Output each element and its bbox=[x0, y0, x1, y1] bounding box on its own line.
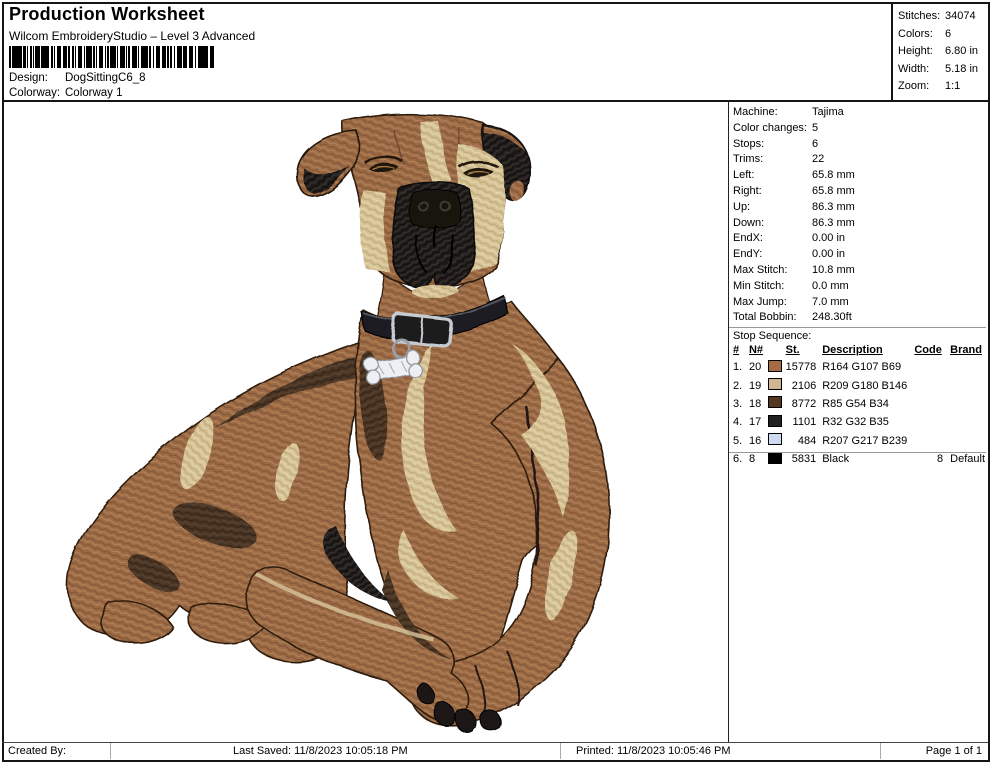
stop-sequence-title: Stop Sequence: bbox=[733, 330, 812, 342]
production-worksheet-page: { "header": { "title": "Production Works… bbox=[0, 0, 990, 762]
machine-row: Max Stitch: 10.8 mm bbox=[733, 263, 855, 276]
colorway-name: Colorway 1 bbox=[65, 87, 123, 99]
stop-row: 1. 20 15778 R164 G107 B69 bbox=[733, 359, 902, 374]
stat-width: Width: 5.18 in bbox=[898, 62, 979, 75]
thread-color-swatch bbox=[768, 451, 783, 464]
machine-row: Right: 65.8 mm bbox=[733, 184, 855, 197]
stop-row: 5. 16 484 R207 G217 B239 bbox=[733, 433, 908, 447]
thread-color-swatch bbox=[768, 359, 783, 372]
machine-row: Max Jump: 7.0 mm bbox=[733, 295, 849, 308]
stop-sequence-divider bbox=[729, 327, 986, 328]
machine-row: Min Stitch: 0.0 mm bbox=[733, 279, 849, 292]
machine-row: Trims: 22 bbox=[733, 153, 825, 166]
colorway-row: Colorway: Colorway 1 bbox=[9, 87, 123, 99]
machine-row: Color changes: 5 bbox=[733, 121, 819, 134]
last-saved-text: Last Saved: 11/8/2023 10:05:18 PM bbox=[233, 745, 408, 757]
created-by-label: Created By: bbox=[8, 745, 67, 757]
stat-colors: Colors: 6 bbox=[898, 27, 952, 40]
footer-divider bbox=[2, 742, 988, 743]
panel-divider bbox=[728, 102, 729, 742]
stop-row: 3. 18 8772 R85 G54 B34 bbox=[733, 396, 889, 410]
stat-height: Height: 6.80 in bbox=[898, 45, 979, 57]
dog-embroidery-design bbox=[66, 112, 611, 734]
machine-row: Down: 86.3 mm bbox=[733, 216, 855, 229]
machine-row: Total Bobbin: 248.30ft bbox=[733, 311, 852, 324]
stop-row: 4. 17 1101 R32 G32 B35 bbox=[733, 414, 889, 429]
thread-color-swatch bbox=[768, 414, 783, 427]
col-brand: Brand bbox=[950, 344, 982, 356]
page-title: Production Worksheet bbox=[9, 4, 205, 24]
software-subtitle: Wilcom EmbroideryStudio – Level 3 Advanc… bbox=[9, 29, 256, 43]
col-needle: N# bbox=[748, 344, 764, 356]
dog-figure bbox=[66, 112, 611, 734]
stop-sequence-table: # N# St. Description Code Brand 1. 20 157… bbox=[733, 344, 985, 468]
col-stitches: St. bbox=[785, 344, 800, 356]
design-label: Design: bbox=[9, 72, 48, 84]
col-code: Code bbox=[914, 344, 942, 356]
thread-color-swatch bbox=[768, 396, 783, 409]
barcode bbox=[9, 46, 215, 68]
stat-stitches: Stitches: 34074 bbox=[898, 10, 976, 22]
header-divider bbox=[2, 100, 988, 102]
machine-row: Machine: Tajima bbox=[733, 106, 844, 118]
printed-text: Printed: 11/8/2023 10:05:46 PM bbox=[576, 745, 731, 757]
machine-info-panel: Machine: Tajima Color changes: 5 Stops: 6 T… bbox=[733, 105, 985, 326]
machine-row: Stops: 6 bbox=[733, 137, 819, 150]
design-stats-box: Stitches: 34074 Colors: 6 Height: 6.80 in W… bbox=[891, 4, 986, 100]
thread-color-swatch bbox=[768, 378, 783, 391]
colorway-label: Colorway: bbox=[9, 87, 61, 99]
col-description: Description bbox=[822, 344, 883, 356]
stop-row: 2. 19 2106 R209 G180 B146 bbox=[733, 378, 908, 392]
machine-row: EndX: 0.00 in bbox=[733, 232, 846, 245]
machine-row: EndY: 0.00 in bbox=[733, 248, 846, 261]
design-name: DogSittingC6_8 bbox=[65, 72, 146, 84]
machine-row: Up: 86.3 mm bbox=[733, 200, 855, 213]
stat-zoom: Zoom: 1:1 bbox=[898, 80, 961, 92]
page-number: Page 1 of 1 bbox=[925, 745, 982, 757]
machine-row: Left: 65.8 mm bbox=[733, 169, 855, 182]
design-row: Design: DogSittingC6_8 bbox=[9, 72, 146, 84]
thread-color-swatch bbox=[768, 433, 783, 446]
col-num: # bbox=[733, 344, 740, 356]
stop-sequence-bottom-line bbox=[729, 452, 986, 453]
stop-sequence-header-row: # N# St. Description Code Brand bbox=[733, 344, 985, 358]
